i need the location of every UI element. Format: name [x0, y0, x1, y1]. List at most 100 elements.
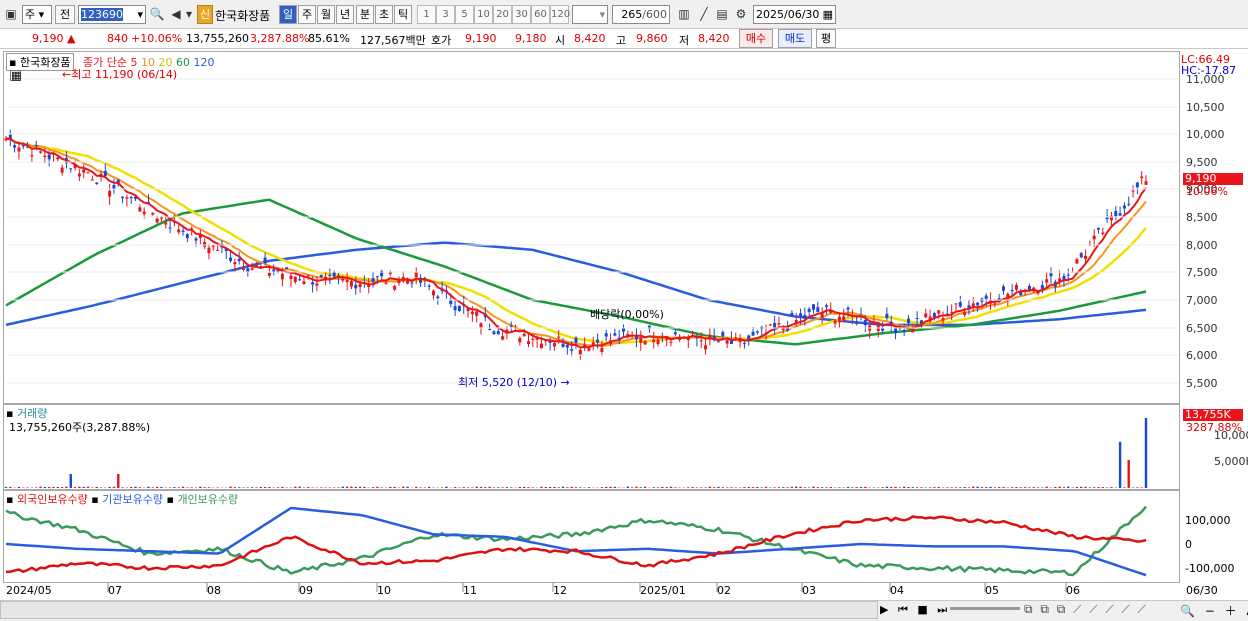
volume-bar: [246, 487, 250, 488]
volume-bar: [190, 487, 193, 488]
candle-body: [125, 197, 129, 199]
volume-bar: [605, 486, 608, 488]
candle-body: [993, 303, 997, 305]
volume-bar: [350, 486, 353, 488]
volume-bar: [700, 487, 703, 488]
candle-body: [673, 332, 677, 335]
volume-pct-tag: 3287.88%: [1186, 421, 1242, 434]
volume-bar: [829, 487, 832, 488]
volume-bar: [453, 487, 457, 488]
playback-controls[interactable]: ▶ ⏮ ■ ⏭: [880, 603, 950, 617]
candle-body: [432, 290, 435, 296]
candle-body: [267, 272, 271, 276]
volume-bar: [250, 487, 254, 488]
volume-bar: [613, 486, 617, 488]
candle-body: [527, 341, 530, 345]
volume-bar: [1127, 460, 1130, 488]
candle-body: [984, 295, 988, 299]
volume-bar: [358, 486, 362, 488]
volume-bar: [1015, 487, 1018, 488]
candle-body: [1045, 279, 1049, 283]
volume-bar: [1067, 486, 1070, 488]
candle-body: [384, 282, 388, 284]
volume-bar: [997, 487, 1001, 488]
volume-bar: [69, 474, 72, 488]
volume-bar: [985, 487, 988, 488]
volume-bar: [795, 486, 798, 488]
hold-tick-0: 0: [1185, 538, 1192, 551]
x-tick-label: 06: [1066, 584, 1080, 597]
candle-body: [578, 349, 582, 356]
current-pct-tag: 10.06%: [1186, 185, 1228, 198]
candle-body: [345, 280, 349, 283]
volume-bar: [989, 486, 992, 488]
volume-bar: [445, 486, 448, 488]
volume-bar: [933, 487, 936, 488]
candle-body: [816, 307, 820, 312]
volume-bar: [43, 486, 47, 488]
volume-bar: [751, 487, 755, 488]
zoom-slider[interactable]: [950, 607, 1020, 610]
volume-bar: [756, 487, 759, 488]
candle-body: [280, 273, 284, 280]
candle-body: [341, 278, 345, 281]
candle-body: [565, 344, 569, 348]
candle-body: [833, 320, 837, 324]
volume-bar: [138, 487, 142, 488]
horizontal-scrollbar[interactable]: [0, 601, 878, 619]
candle-body: [496, 330, 500, 335]
dividend-note: 배당락(0,00%): [590, 308, 664, 321]
volume-bar: [320, 487, 323, 488]
grid-icon[interactable]: ▦: [10, 70, 21, 81]
volume-bar: [747, 486, 750, 488]
candle-body: [298, 279, 302, 281]
candle-body: [591, 342, 595, 345]
candle-body: [289, 275, 293, 280]
chart-tool-icons[interactable]: ⧉ ⧉ ⧉ ⟋ ⟋ ⟋ ⟋ ⟋: [1024, 602, 1148, 617]
volume-bar: [609, 486, 612, 488]
candle-body: [1101, 232, 1105, 234]
volume-bar: [376, 486, 379, 488]
candle-body: [725, 340, 729, 344]
price-tick: 6,000: [1186, 349, 1218, 362]
candle-body: [488, 329, 492, 331]
candle-body: [669, 341, 673, 343]
candle-body: [1118, 213, 1122, 216]
candle-body: [436, 296, 440, 299]
zoom-controls[interactable]: 🔍 − ＋ A: [1180, 602, 1248, 619]
volume-bar: [389, 486, 392, 488]
volume-bar: [656, 487, 660, 488]
high-note: ←최고 11,190 (06/14): [62, 68, 178, 81]
foreign-holdings-line: [6, 515, 1147, 574]
volume-bar: [1118, 441, 1122, 488]
volume-bar: [1054, 487, 1057, 488]
volume-bar: [846, 486, 850, 488]
volume-bar: [695, 487, 699, 488]
hold-tick-100000: 100,000: [1185, 514, 1231, 527]
candle-body: [1114, 211, 1118, 217]
candle-body: [643, 341, 647, 345]
x-tick-label: 08: [207, 584, 221, 597]
volume-bar: [946, 487, 949, 488]
candle-body: [457, 305, 461, 312]
volume-bar: [1028, 487, 1031, 488]
candle-body: [1002, 286, 1005, 291]
candle-body: [1131, 190, 1135, 192]
candle-body: [600, 347, 604, 353]
ma-60: 60: [175, 56, 190, 69]
volume-bar: [60, 487, 64, 488]
candle-body: [142, 211, 146, 215]
candle-body: [596, 339, 600, 343]
volume-bar: [4, 486, 8, 488]
volume-bar: [440, 487, 444, 488]
volume-bar: [112, 486, 116, 488]
candle-body: [216, 249, 220, 251]
candle-body: [492, 331, 496, 334]
volume-bar: [1092, 487, 1096, 488]
volume-bar: [544, 486, 547, 488]
candle-body: [86, 172, 90, 174]
volume-bar: [1023, 487, 1027, 488]
volume-bar: [484, 487, 487, 488]
candle-body: [95, 182, 99, 185]
volume-bar: [885, 486, 889, 488]
